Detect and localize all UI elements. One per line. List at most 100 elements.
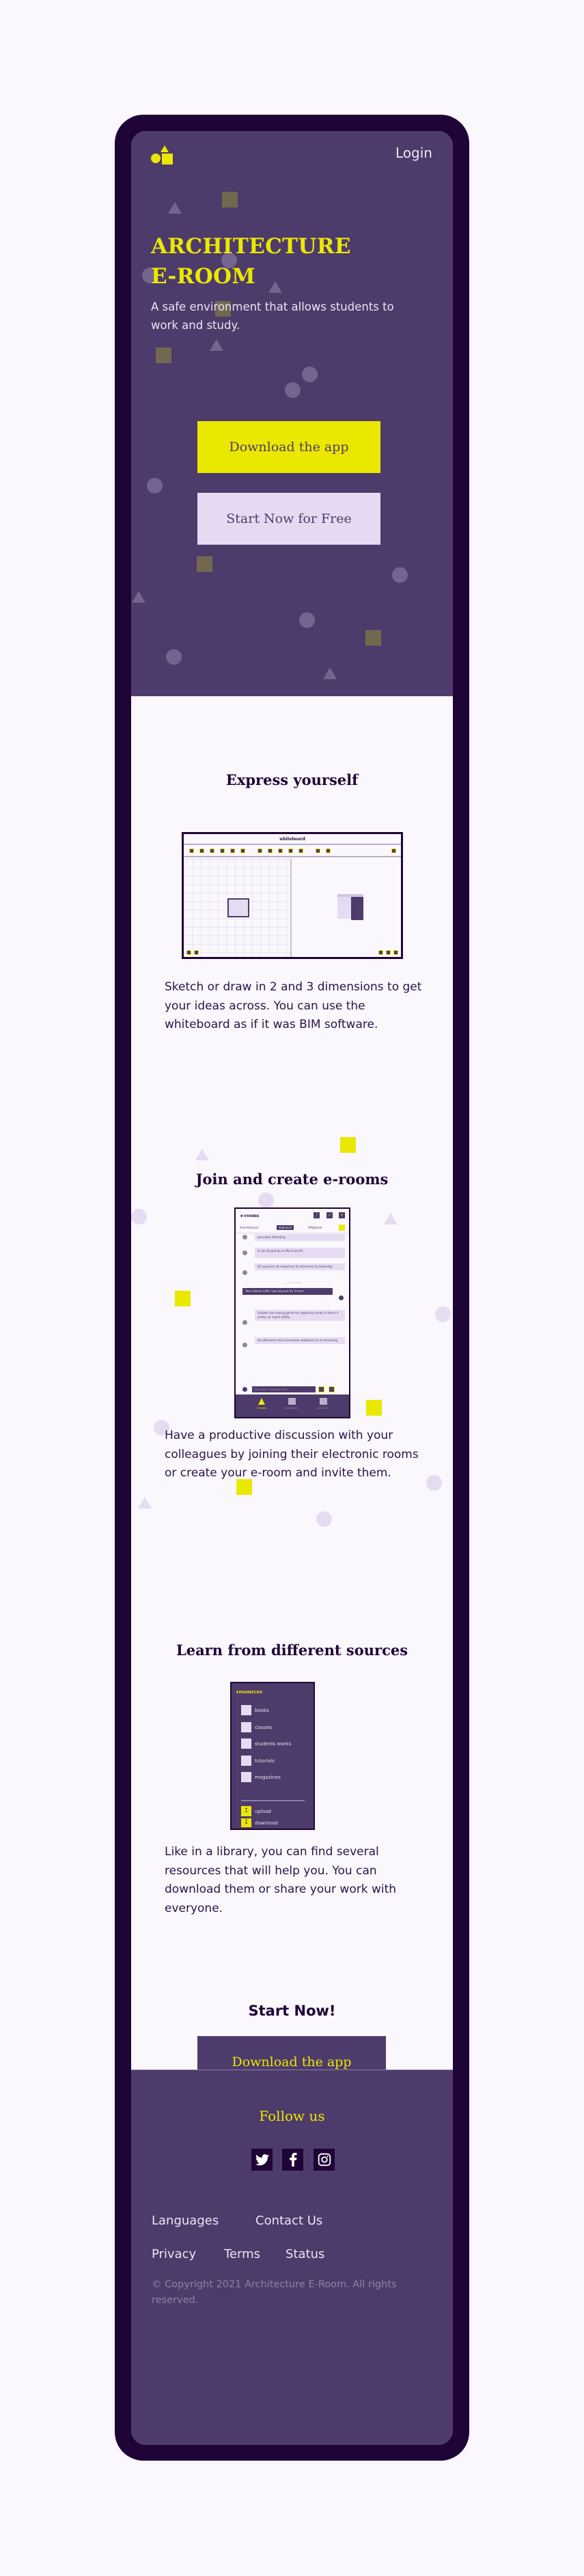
decor-triangle <box>195 1149 209 1160</box>
category-label: classes <box>255 1724 273 1730</box>
checkbox-icon <box>241 1705 251 1715</box>
feature-title-sources: Learn from different sources <box>176 1642 408 1659</box>
tool-icon <box>316 848 320 853</box>
zoom-in-icon <box>186 950 191 955</box>
download-app-button[interactable]: Download the app <box>197 421 380 473</box>
category-label: students works <box>255 1741 292 1747</box>
zoom-out-icon <box>194 950 199 955</box>
facebook-link[interactable] <box>282 2149 303 2171</box>
chat-message: In am do giving so afford parish <box>255 1248 345 1258</box>
footer-link-contact[interactable]: Contact Us <box>255 2214 322 2228</box>
checkbox-icon <box>241 1756 251 1766</box>
square-icon <box>319 1398 327 1405</box>
decor-square <box>175 1291 191 1306</box>
facebook-icon <box>289 2153 296 2166</box>
user-avatar-icon <box>242 1320 247 1325</box>
resource-action-download: ↧ download <box>241 1818 278 1827</box>
instagram-icon <box>318 2153 331 2166</box>
start-now-title: Start Now! <box>248 2003 336 2019</box>
whiteboard-title: whiteboard <box>184 834 401 845</box>
decor-circle <box>426 1475 442 1491</box>
tool-icon <box>278 848 283 853</box>
tool-icon <box>258 848 262 853</box>
copyright-text: © Copyright 2021 Architecture E-Room. Al… <box>152 2279 397 2306</box>
footer-link-terms[interactable]: Terms <box>224 2247 260 2261</box>
logo-icon[interactable] <box>151 145 173 166</box>
chat-tab: #MyRoom <box>308 1226 322 1229</box>
resource-category: students works <box>241 1738 291 1749</box>
microphone-icon <box>329 1386 335 1392</box>
start-free-button[interactable]: Start Now for Free <box>197 493 380 545</box>
cube-3d-side <box>351 897 363 920</box>
nav-item-whiteboard: whiteboard <box>278 1398 305 1409</box>
zoom-in-icon <box>378 950 383 955</box>
chat-tabs: #architecture #general #MyRoom <box>236 1222 349 1233</box>
room-plan-shape <box>227 898 249 917</box>
category-label: tutorials <box>255 1758 275 1764</box>
checkbox-icon <box>241 1772 251 1782</box>
follow-us-label: Follow us <box>259 2108 325 2124</box>
chat-tab: #architecture <box>240 1226 259 1229</box>
checkbox-icon <box>241 1722 251 1732</box>
footer-link-status[interactable]: Status <box>286 2247 324 2261</box>
tool-icon <box>240 848 245 853</box>
check-icon: ✓ <box>326 1212 333 1218</box>
hero-title-line1: ARCHITECTURE <box>151 234 351 259</box>
chat-title: e-rooms <box>240 1214 260 1218</box>
feature-text-express: Sketch or draw in 2 and 3 dimensions to … <box>165 980 422 1031</box>
decor-circle <box>316 1511 332 1527</box>
grid-2d-view <box>184 859 292 957</box>
feature-text-sources: Like in a library, you can find several … <box>165 1845 397 1915</box>
resource-action-upload: ↥ upload <box>241 1806 271 1816</box>
decor-square <box>156 347 171 363</box>
tool-icon <box>298 848 303 853</box>
chat-message: prevailed offending <box>255 1234 345 1241</box>
tool-icon <box>189 848 194 853</box>
chat-tab-active: #general <box>277 1225 294 1230</box>
decor-circle <box>302 367 318 382</box>
decor-circle <box>435 1306 451 1322</box>
decor-square <box>236 1479 252 1495</box>
cube-3d-front <box>337 897 351 919</box>
footer-link-privacy[interactable]: Privacy <box>152 2247 196 2261</box>
nav-item-erooms: e-rooms <box>248 1398 275 1409</box>
tool-icon <box>326 848 331 853</box>
user-avatar-icon <box>242 1387 247 1392</box>
instagram-link[interactable] <box>314 2149 335 2171</box>
twitter-link[interactable] <box>251 2149 273 2171</box>
download-icon: ↧ <box>241 1818 251 1827</box>
edit-icon: / <box>314 1212 320 1218</box>
send-icon <box>318 1386 324 1392</box>
resource-category: tutorials <box>241 1756 275 1766</box>
triangle-icon <box>258 1398 265 1405</box>
date-separator: June 09, 2021 <box>287 1281 302 1284</box>
twitter-icon <box>255 2153 269 2165</box>
checkbox-icon <box>241 1738 251 1749</box>
action-label: upload <box>255 1808 271 1814</box>
decor-circle <box>392 567 408 583</box>
decor-circle <box>131 1209 147 1225</box>
decor-triangle <box>168 202 182 214</box>
user-avatar-icon <box>242 1235 247 1240</box>
decor-circle <box>147 478 163 493</box>
tool-icon <box>199 848 204 853</box>
user-avatar-icon <box>242 1343 247 1347</box>
chat-message: Sudden she seeing garret far regard by h… <box>255 1310 345 1321</box>
decor-triangle <box>210 339 223 351</box>
login-link[interactable]: Login <box>395 145 432 161</box>
user-avatar-icon <box>242 1270 247 1275</box>
decor-square <box>340 1137 356 1153</box>
plus-icon: + <box>339 1212 345 1218</box>
fullscreen-icon <box>391 848 396 853</box>
decor-circle <box>166 649 182 665</box>
tool-icon <box>288 848 293 853</box>
decor-circle <box>299 612 315 628</box>
decor-square <box>197 556 212 572</box>
tool-icon <box>210 848 214 853</box>
footer-link-languages[interactable]: Languages <box>152 2214 219 2228</box>
hero-section: Login ARCHITECTURE E-ROOM A safe environ… <box>131 131 453 696</box>
chat-bottom-nav: e-rooms whiteboard resources <box>236 1394 349 1417</box>
decor-triangle <box>384 1213 398 1225</box>
feature-title-erooms: Join and create e-rooms <box>195 1171 389 1188</box>
room-list-icon <box>339 1225 345 1231</box>
